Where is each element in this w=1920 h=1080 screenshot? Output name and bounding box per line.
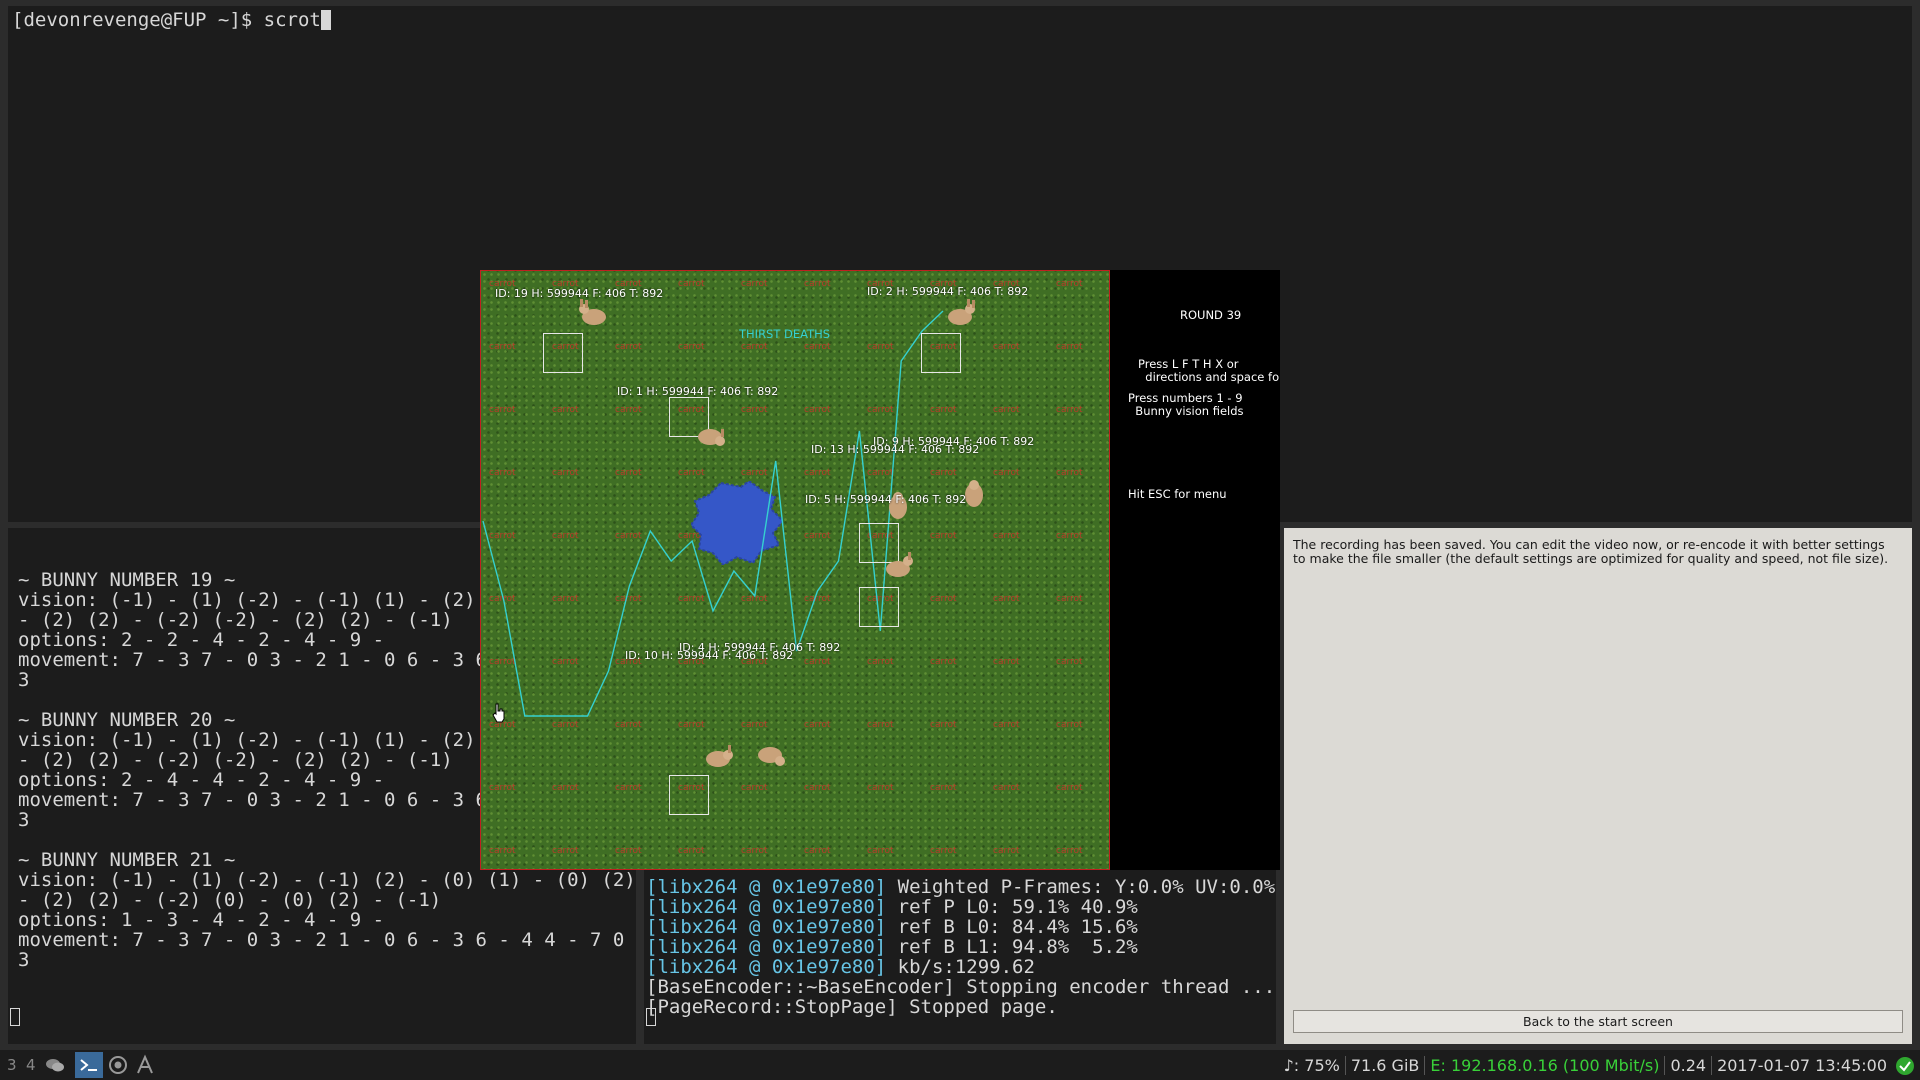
thirst-deaths-label: THIRST DEATHS bbox=[739, 327, 831, 341]
bunny-vision-field bbox=[543, 333, 583, 373]
text-cursor bbox=[10, 1008, 20, 1026]
mouse-pointer-icon bbox=[492, 703, 505, 723]
bunny-sprite[interactable] bbox=[693, 419, 727, 449]
text-cursor bbox=[320, 10, 331, 30]
bunny-sprite[interactable] bbox=[943, 299, 977, 329]
disk-status: 71.6 GiB bbox=[1344, 1056, 1425, 1075]
bunny-status-label: ID: 5 H: 599944 F: 406 T: 892 bbox=[805, 493, 967, 506]
log-line: [libx264 @ 0x1e97e80] ref P L0: 59.1% 40… bbox=[646, 897, 1274, 917]
terminal-icon[interactable] bbox=[78, 1054, 100, 1076]
bunny-status-label: ID: 19 H: 599944 F: 406 T: 892 bbox=[495, 287, 664, 300]
log-line: [libx264 @ 0x1e97e80] ref B L1: 94.8% 5.… bbox=[646, 937, 1274, 957]
bunny-movement-line: movement: 7 - 3 7 - 0 3 - 2 1 - 0 6 - 3 … bbox=[18, 929, 636, 951]
log-prefix: [libx264 @ 0x1e97e80] bbox=[646, 936, 887, 958]
bunny-status-label: ID: 1 H: 599944 F: 406 T: 892 bbox=[617, 385, 779, 398]
bunny-vision-field bbox=[669, 775, 709, 815]
ok-check-icon bbox=[1896, 1056, 1914, 1075]
log-text: kb/s:1299.62 bbox=[886, 956, 1035, 978]
log-prefix: [libx264 @ 0x1e97e80] bbox=[646, 896, 887, 918]
log-text: ref P L0: 59.1% 40.9% bbox=[886, 896, 1138, 918]
game-field[interactable]: carrot carrot carrot carrot carrot carrot carr… bbox=[480, 270, 1110, 870]
log-prefix: [libx264 @ 0x1e97e80] bbox=[646, 956, 887, 978]
bunny-simulation-window[interactable]: carrot carrot carrot carrot carrot carrot carr… bbox=[480, 270, 1280, 870]
bunny-sprite[interactable] bbox=[577, 299, 611, 329]
esc-menu-hint: Hit ESC for menu bbox=[1128, 487, 1227, 501]
volume-status[interactable]: ♪: 75% bbox=[1279, 1056, 1345, 1075]
status-bar: ♪: 75% 71.6 GiB E: 192.168.0.16 (100 Mbi… bbox=[1279, 1056, 1914, 1075]
bunny-status-label: ID: 10 H: 599944 F: 406 T: 892 bbox=[625, 649, 794, 662]
bunny-vision-line: vision: (-1) - (1) (-2) - (-1) (2) - (0)… bbox=[18, 869, 636, 891]
bunny-movement2-line: 3 bbox=[18, 949, 30, 971]
log-line: [BaseEncoder::~BaseEncoder] Stopping enc… bbox=[646, 976, 1276, 998]
browser-icon[interactable] bbox=[107, 1054, 129, 1076]
round-counter: ROUND 39 bbox=[1180, 308, 1242, 322]
text-cursor bbox=[646, 1008, 656, 1026]
log-line: [PageRecord::StopPage] Stopped page. bbox=[646, 997, 1274, 1017]
clock: 2017-01-07 13:45:00 bbox=[1711, 1056, 1892, 1075]
log-line: [libx264 @ 0x1e97e80] Weighted P-Frames:… bbox=[646, 876, 1276, 898]
bunny-sprite[interactable] bbox=[753, 737, 787, 767]
log-text: ref B L0: 84.4% 15.6% bbox=[886, 916, 1138, 938]
bunny-sprite[interactable] bbox=[881, 551, 915, 581]
vision-help-text: Press numbers 1 - 9 Bunny vision fields bbox=[1128, 391, 1244, 418]
back-to-start-button[interactable]: Back to the start screen bbox=[1293, 1010, 1903, 1033]
bunny-options-line: options: 1 - 3 - 4 - 2 - 4 - 9 - bbox=[18, 909, 385, 931]
chat-icon[interactable] bbox=[44, 1054, 66, 1076]
log-text: Weighted P-Frames: Y:0.0% UV:0.0% bbox=[886, 876, 1276, 898]
bunny-vision-field bbox=[921, 333, 961, 373]
network-status: E: 192.168.0.16 (100 Mbit/s) bbox=[1424, 1056, 1664, 1075]
log-text: [PageRecord::StopPage] Stopped page. bbox=[646, 996, 1058, 1018]
bunny-status-label: ID: 2 H: 599944 F: 406 T: 892 bbox=[867, 285, 1029, 298]
taskbar: 3 4 ♪: 75% 71.6 GiB E: 192.168.0.16 (100… bbox=[0, 1050, 1920, 1080]
log-text: [BaseEncoder::~BaseEncoder] Stopping enc… bbox=[646, 976, 1276, 998]
log-text: ref B L1: 94.8% 5.2% bbox=[886, 936, 1138, 958]
shell-prompt: [devonrevenge@FUP ~]$ scrot bbox=[12, 9, 321, 31]
game-info-panel: ROUND 39 Press L F T H X or directions a… bbox=[1110, 270, 1280, 870]
key-help-text: Press L F T H X or directions and space … bbox=[1138, 357, 1280, 384]
load-status: 0.24 bbox=[1664, 1056, 1711, 1075]
workspace-button[interactable]: 3 bbox=[7, 1056, 17, 1074]
log-line: [libx264 @ 0x1e97e80] kb/s:1299.62 bbox=[646, 957, 1274, 977]
recording-saved-message: The recording has been saved. You can ed… bbox=[1293, 537, 1889, 566]
recording-saved-panel: The recording has been saved. You can ed… bbox=[1284, 528, 1912, 1044]
log-line: [libx264 @ 0x1e97e80] ref B L0: 84.4% 15… bbox=[646, 917, 1274, 937]
bunny-status-label: ID: 13 H: 599944 F: 406 T: 892 bbox=[811, 443, 980, 456]
workspace-button[interactable]: 4 bbox=[26, 1056, 36, 1074]
bunny-sprite[interactable] bbox=[701, 741, 735, 771]
log-prefix: [libx264 @ 0x1e97e80] bbox=[646, 876, 887, 898]
log-prefix: [libx264 @ 0x1e97e80] bbox=[646, 916, 887, 938]
font-icon[interactable] bbox=[134, 1054, 156, 1076]
bunny-vision2-line: - (2) (2) - (-2) (0) - (0) (2) - (-1) bbox=[18, 889, 442, 911]
bunny-vision-field bbox=[859, 587, 899, 627]
